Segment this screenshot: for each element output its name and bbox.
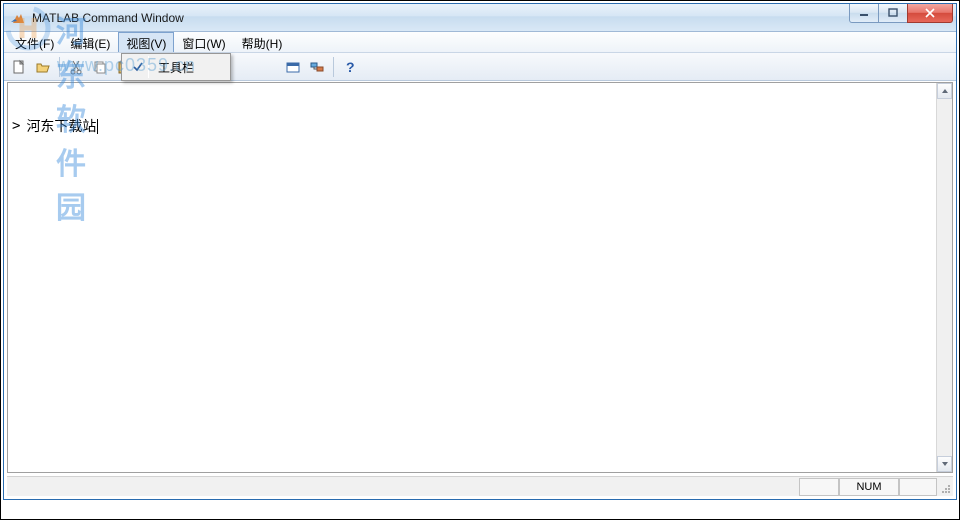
svg-text:?: ?: [346, 59, 355, 75]
prompt-symbol: >: [12, 118, 26, 134]
text-caret: [97, 119, 98, 134]
new-file-button[interactable]: [8, 56, 30, 78]
command-window[interactable]: > 河东下载站: [8, 83, 936, 472]
window-controls: [850, 4, 956, 31]
toolbar-separator: [333, 57, 334, 77]
status-panel-num: NUM: [839, 478, 899, 496]
resize-grip-icon[interactable]: [937, 478, 953, 496]
path-browser-button[interactable]: [306, 56, 328, 78]
open-file-button[interactable]: [32, 56, 54, 78]
submenu-item-toolbar[interactable]: 工具栏: [124, 56, 228, 78]
toolbar-separator: [59, 57, 60, 77]
menu-window-label: 窗口(W): [182, 37, 225, 51]
window-title: MATLAB Command Window: [32, 11, 850, 25]
maximize-button[interactable]: [878, 4, 908, 23]
menu-bar: 文件(F) 编辑(E) 视图(V) 窗口(W) 帮助(H): [4, 32, 956, 53]
scroll-up-button[interactable]: [937, 83, 952, 99]
workspace-button[interactable]: [282, 56, 304, 78]
status-panel-empty: [799, 478, 839, 496]
scroll-down-button[interactable]: [937, 456, 952, 472]
status-panel-right: [899, 478, 937, 496]
view-submenu: 工具栏: [121, 53, 231, 81]
help-button[interactable]: ?: [339, 56, 361, 78]
title-bar[interactable]: MATLAB Command Window: [4, 4, 956, 32]
menu-file[interactable]: 文件(F): [7, 32, 62, 52]
command-window-area: > 河东下载站: [7, 82, 953, 473]
minimize-button[interactable]: [849, 4, 879, 23]
menu-help-label: 帮助(H): [242, 37, 283, 51]
copy-button[interactable]: [89, 56, 111, 78]
menu-window[interactable]: 窗口(W): [174, 32, 233, 52]
menu-help[interactable]: 帮助(H): [234, 32, 291, 52]
vertical-scrollbar[interactable]: [936, 83, 952, 472]
menu-view-label: 视图(V): [126, 37, 166, 51]
menu-edit-label: 编辑(E): [70, 37, 110, 51]
submenu-item-label: 工具栏: [148, 59, 194, 76]
close-button[interactable]: [907, 4, 953, 23]
app-icon: [10, 10, 26, 26]
cut-button[interactable]: [65, 56, 87, 78]
submenu-gutter: [148, 56, 149, 78]
status-bar: NUM: [7, 476, 953, 496]
menu-edit[interactable]: 编辑(E): [62, 32, 118, 52]
check-icon: [128, 61, 148, 73]
menu-file-label: 文件(F): [15, 37, 54, 51]
window-frame: MATLAB Command Window 文件(F) 编辑(E) 视图(V) …: [3, 3, 957, 500]
prompt-line: > 河东下载站: [12, 117, 932, 135]
menu-view[interactable]: 视图(V): [118, 32, 174, 52]
command-input-text: 河东下载站: [26, 116, 96, 136]
status-num-label: NUM: [856, 481, 881, 493]
